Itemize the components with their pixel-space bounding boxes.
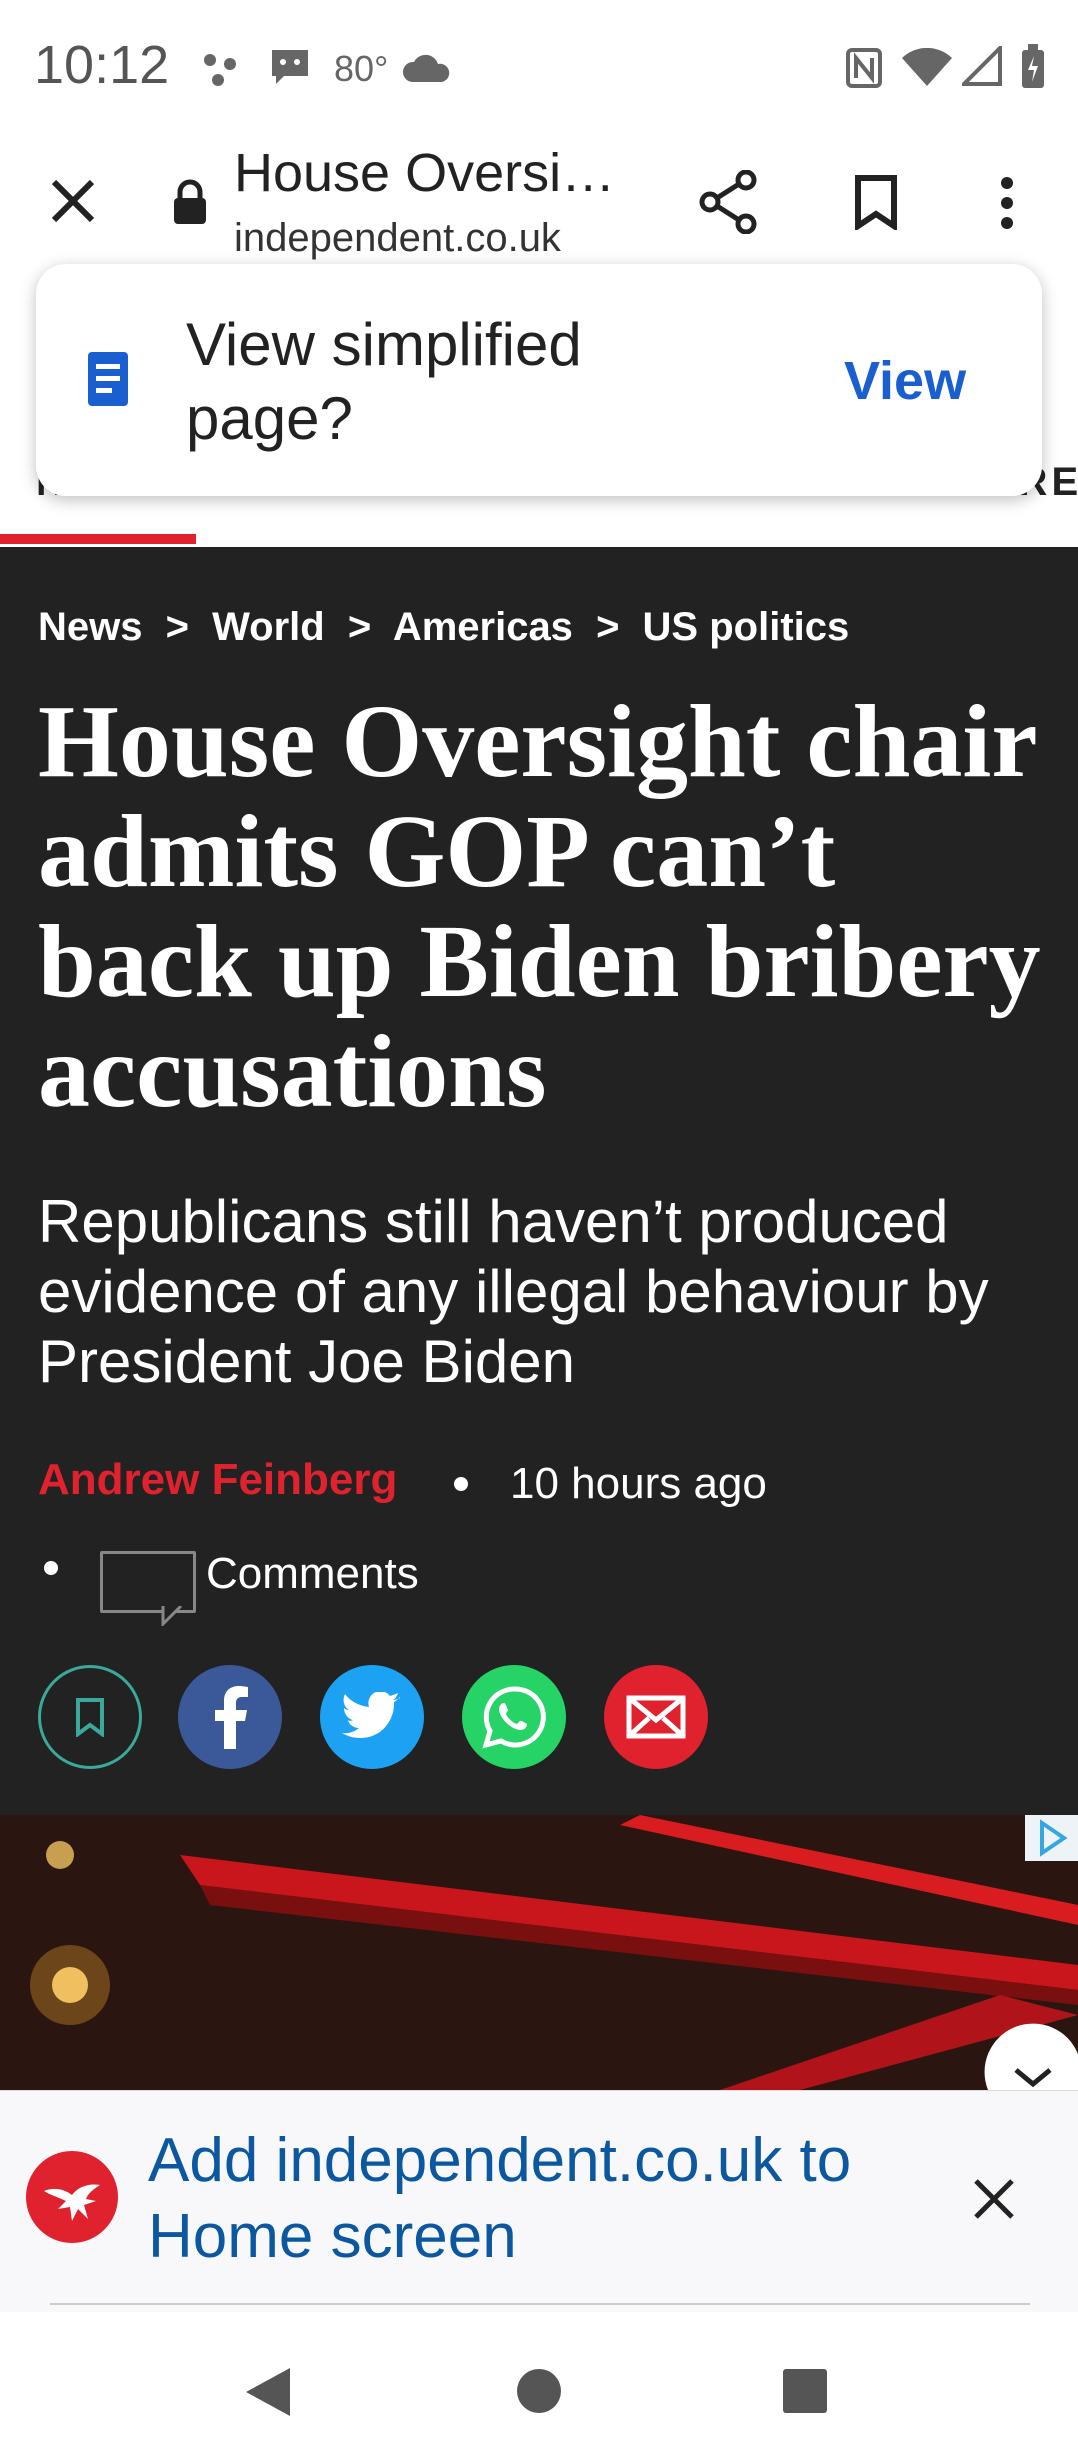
breadcrumb-separator: >: [347, 605, 372, 649]
recents-icon[interactable]: [782, 2368, 828, 2414]
chat-icon: [272, 50, 308, 84]
breadcrumb-world[interactable]: World: [212, 605, 325, 649]
breadcrumb-us-politics[interactable]: US politics: [643, 605, 850, 649]
twitter-share-button[interactable]: [320, 1665, 424, 1769]
cloud-icon: [402, 54, 450, 82]
share-icon[interactable]: [698, 170, 758, 234]
breadcrumb-separator: >: [596, 605, 620, 649]
whatsapp-share-button[interactable]: [462, 1665, 566, 1769]
page-title[interactable]: House Oversi…: [234, 142, 615, 204]
nfc-icon: [846, 48, 882, 88]
back-icon[interactable]: [244, 2366, 292, 2418]
comments-link[interactable]: Comments: [206, 1549, 419, 1599]
close-icon[interactable]: [972, 2177, 1016, 2221]
breadcrumb-news[interactable]: News: [38, 605, 143, 649]
facebook-share-button[interactable]: [178, 1665, 282, 1769]
advertisement-image[interactable]: [0, 1815, 1078, 2090]
breadcrumb-americas[interactable]: Americas: [393, 605, 573, 649]
save-article-button[interactable]: [38, 1665, 142, 1769]
meta-separator: [44, 1561, 58, 1575]
system-nav-bar: [0, 2312, 1078, 2460]
breadcrumb-separator: >: [165, 605, 189, 649]
email-share-button[interactable]: [604, 1665, 708, 1769]
simplified-view-message: View simplified page?: [186, 311, 582, 452]
view-button[interactable]: View: [844, 350, 966, 412]
signal-icon: [962, 46, 1002, 86]
comment-tail: [161, 1606, 183, 1626]
meta-separator: [454, 1477, 468, 1491]
whatsapp-icon: [482, 1686, 546, 1749]
close-icon[interactable]: [50, 178, 96, 224]
bookmark-icon: [76, 1698, 104, 1737]
status-bar: 10:12 80°: [0, 0, 1078, 132]
add-to-home-banner[interactable]: Add independent.co.uk to Home screen: [0, 2090, 1078, 2313]
article-standfirst: Republicans still haven’t produced evide…: [38, 1188, 989, 1395]
add-to-home-message[interactable]: Add independent.co.uk to Home screen: [148, 2123, 928, 2275]
email-icon: [626, 1695, 686, 1739]
article-header: News > World > Americas > US politics Ho…: [0, 547, 1078, 1815]
facebook-icon: [215, 1686, 248, 1749]
home-icon[interactable]: [516, 2368, 562, 2414]
status-time: 10:12: [34, 35, 170, 95]
author-name[interactable]: Andrew Feinberg: [38, 1455, 397, 1505]
battery-icon: [1022, 44, 1044, 88]
wifi-icon: [902, 48, 952, 86]
lock-icon: [174, 179, 206, 224]
breadcrumb: News > World > Americas > US politics: [38, 605, 849, 650]
twitter-icon: [342, 1692, 400, 1738]
article-headline: House Oversight chair admits GOP can’t b…: [38, 684, 1041, 1129]
document-icon: [88, 352, 128, 406]
independent-eagle-logo: [26, 2151, 118, 2243]
nav-active-indicator: [0, 534, 196, 544]
dots-icon: [204, 54, 236, 86]
comments-icon[interactable]: [100, 1551, 196, 1626]
page-url[interactable]: independent.co.uk: [234, 216, 561, 261]
ad-photo: [0, 1815, 1078, 2090]
simplified-view-popup: View simplified page? View: [36, 264, 1042, 496]
divider: [50, 2303, 1030, 2305]
bookmark-icon[interactable]: [854, 174, 898, 230]
status-temperature: 80°: [334, 48, 389, 89]
publish-time: 10 hours ago: [510, 1459, 767, 1508]
more-vert-icon[interactable]: [1000, 176, 1014, 230]
